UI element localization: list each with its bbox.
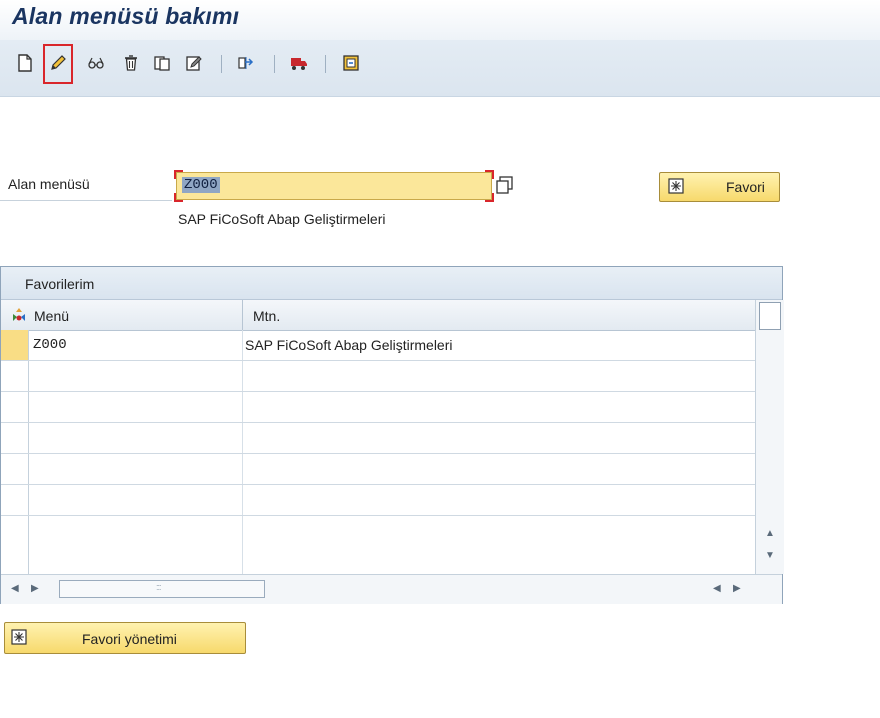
favorites-table: Favorilerim Menü Mtn. Z000 SAP FiCoSoft … (0, 266, 784, 604)
cell-menu-text: Z000 (33, 337, 67, 353)
horizontal-scrollbar[interactable]: ◀ ▶ ::: ◀ ▶ (1, 574, 782, 604)
focus-corner (174, 193, 183, 202)
table-header: Menü Mtn. (1, 300, 755, 331)
label-underline (0, 200, 172, 201)
hierarchy-arrows-icon[interactable] (233, 50, 259, 76)
rename-icon[interactable] (181, 50, 207, 76)
column-header-text[interactable]: Mtn. (243, 300, 755, 330)
cell-text (243, 516, 755, 546)
cell-menu (29, 454, 243, 484)
cell-menu (29, 361, 243, 391)
glasses-display-icon[interactable] (83, 50, 109, 76)
cell-menu (29, 516, 243, 574)
cell-text (243, 454, 755, 484)
favorite-star-icon (11, 629, 27, 645)
cell-text (243, 423, 755, 453)
area-menu-value: Z000 (182, 177, 220, 193)
row-selector[interactable] (1, 423, 29, 453)
truck-transport-icon[interactable] (286, 50, 312, 76)
row-selector[interactable] (1, 392, 29, 422)
application-toolbar (0, 40, 880, 97)
horizontal-scroll-thumb[interactable]: ::: (59, 580, 265, 598)
scroll-right-icon[interactable]: ▶ (733, 583, 741, 594)
table-row[interactable] (1, 392, 755, 423)
scroll-down-icon[interactable]: ▼ (765, 550, 775, 561)
save-layout-icon[interactable] (338, 50, 364, 76)
cell-text: SAP FiCoSoft Abap Geliştirmeleri (243, 330, 755, 360)
favorite-star-icon (668, 178, 684, 194)
highlight-frame (43, 44, 73, 84)
table-row[interactable] (1, 361, 755, 392)
vertical-scroll-thumb[interactable] (759, 302, 781, 330)
scroll-left-icon[interactable]: ◀ (11, 583, 19, 594)
column-header-menu[interactable]: Menü (1, 300, 243, 330)
cell-text (243, 392, 755, 422)
trash-delete-icon[interactable] (118, 50, 144, 76)
copy-icon[interactable] (149, 50, 175, 76)
row-selector[interactable] (1, 454, 29, 484)
table-row[interactable] (1, 423, 755, 454)
vertical-scrollbar[interactable]: ▲ ▼ (755, 300, 784, 574)
area-menu-input[interactable]: Z000 (176, 172, 492, 200)
new-document-icon[interactable] (12, 50, 38, 76)
cell-menu (29, 485, 243, 515)
cell-menu (29, 392, 243, 422)
table-row[interactable] (1, 516, 755, 574)
favorite-button-label: Favori (726, 179, 765, 195)
table-title: Favorilerim (25, 276, 95, 292)
title-bar: Alan menüsü bakımı (0, 0, 880, 40)
manage-favorites-label: Favori yönetimi (82, 631, 177, 647)
row-selector[interactable] (1, 330, 29, 360)
page-title: Alan menüsü bakımı (12, 3, 240, 29)
scroll-right-icon[interactable]: ▶ (31, 583, 39, 594)
toolbar-separator (274, 55, 275, 73)
row-selector[interactable] (1, 361, 29, 391)
area-menu-field[interactable]: Z000 (174, 170, 494, 202)
focus-corner (485, 170, 494, 179)
cell-text (243, 361, 755, 391)
favorite-button[interactable]: Favori (659, 172, 780, 202)
table-row[interactable]: Z000 SAP FiCoSoft Abap Geliştirmeleri (1, 330, 755, 361)
cell-menu (29, 423, 243, 453)
select-all-icon[interactable] (10, 306, 28, 324)
scroll-up-icon[interactable]: ▲ (765, 528, 775, 539)
row-selector[interactable] (1, 485, 29, 515)
table-row[interactable] (1, 454, 755, 485)
cell-text-value: SAP FiCoSoft Abap Geliştirmeleri (245, 337, 453, 353)
table-title-bar: Favorilerim (1, 267, 782, 300)
manage-favorites-button[interactable]: Favori yönetimi (4, 622, 246, 654)
area-menu-label: Alan menüsü (8, 176, 90, 192)
scroll-left-icon[interactable]: ◀ (713, 583, 721, 594)
focus-corner (485, 193, 494, 202)
table-row[interactable] (1, 485, 755, 516)
area-menu-description: SAP FiCoSoft Abap Geliştirmeleri (178, 211, 386, 227)
column-menu-label: Menü (34, 308, 70, 324)
column-text-label: Mtn. (253, 308, 281, 324)
cell-text (243, 485, 755, 515)
grip-icon: ::: (156, 582, 161, 592)
toolbar-separator (325, 55, 326, 73)
toolbar-separator (221, 55, 222, 73)
row-selector[interactable] (1, 516, 29, 574)
value-help-icon[interactable] (496, 176, 514, 194)
focus-corner (174, 170, 183, 179)
cell-menu: Z000 (29, 330, 243, 360)
